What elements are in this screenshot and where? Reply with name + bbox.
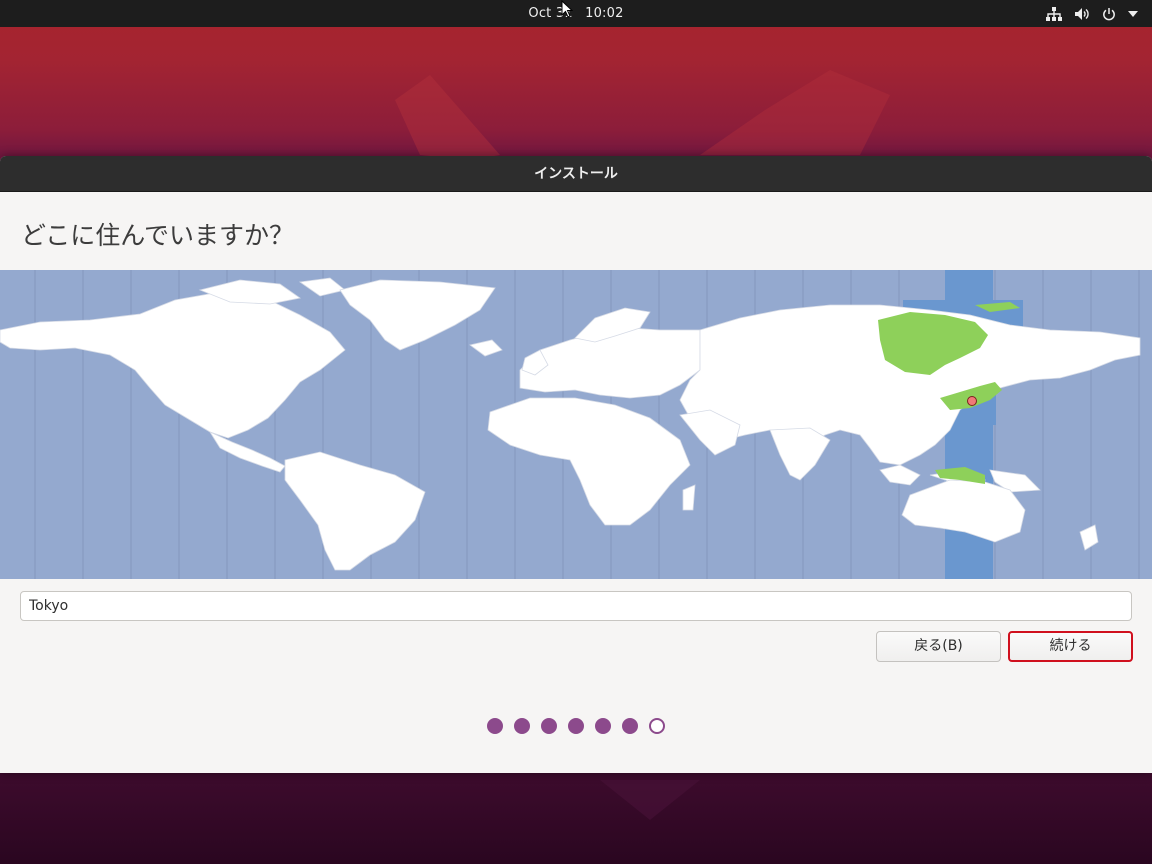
network-icon[interactable]: [1046, 6, 1062, 21]
system-tray[interactable]: [1046, 0, 1138, 27]
chevron-down-icon[interactable]: [1128, 10, 1138, 18]
clock[interactable]: Oct 31 10:02: [0, 0, 1152, 27]
progress-dot-current: [649, 718, 665, 734]
timezone-input[interactable]: [20, 591, 1132, 621]
installer-window: インストール どこに住んでいますか？ Tokyo 戻る(B) 続ける: [0, 156, 1152, 773]
progress-dot-complete: [595, 718, 611, 734]
progress-dot-complete: [568, 718, 584, 734]
progress-dot-complete: [541, 718, 557, 734]
progress-dot-complete: [622, 718, 638, 734]
progress-dot-complete: [487, 718, 503, 734]
location-marker[interactable]: [967, 396, 977, 406]
clock-time: 10:02: [585, 6, 624, 21]
mouse-cursor-icon: [561, 0, 574, 22]
back-button[interactable]: 戻る(B): [876, 631, 1001, 662]
progress-dots: [0, 718, 1152, 734]
progress-dot-complete: [514, 718, 530, 734]
page-title: どこに住んでいますか？: [21, 221, 295, 250]
window-title: インストール: [0, 156, 1152, 192]
top-bar: Oct 31 10:02: [0, 0, 1152, 27]
timezone-map[interactable]: [0, 270, 1152, 579]
power-icon[interactable]: [1102, 7, 1116, 21]
continue-button[interactable]: 続ける: [1008, 631, 1133, 662]
volume-icon[interactable]: [1074, 7, 1090, 21]
